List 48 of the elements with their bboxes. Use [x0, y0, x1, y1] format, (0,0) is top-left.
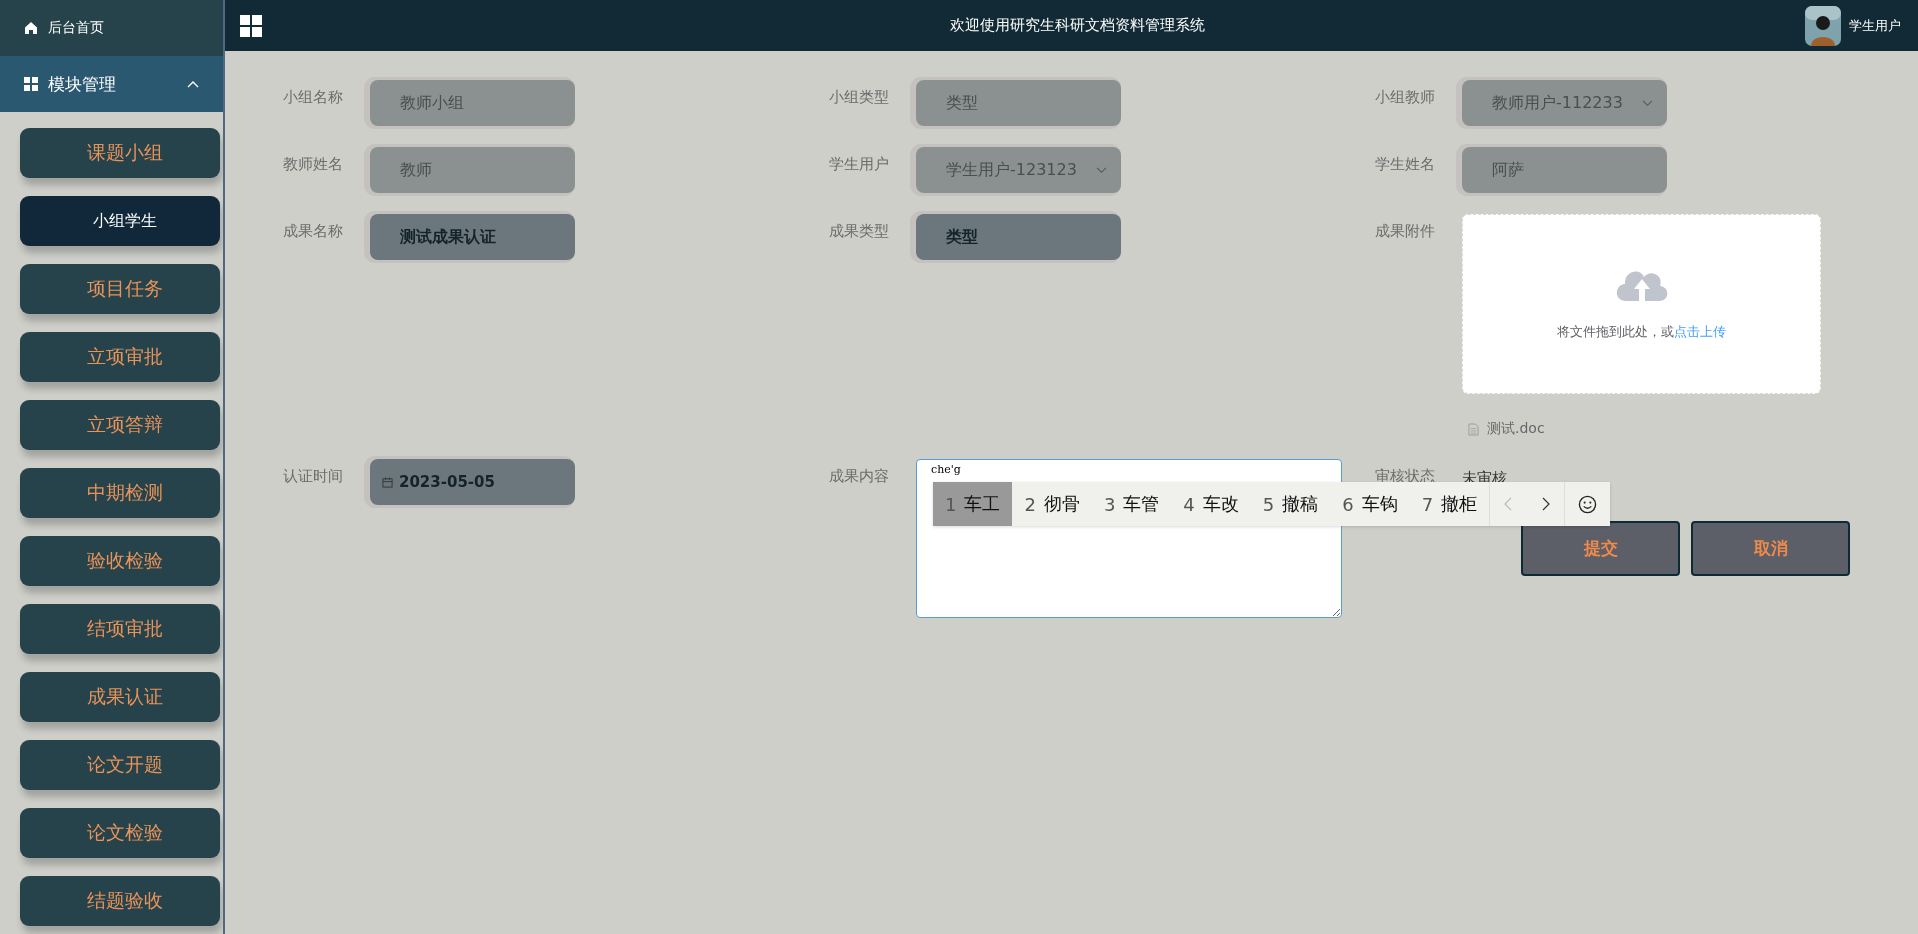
field-label: 小组名称: [283, 87, 344, 107]
ime-candidate[interactable]: 3 车管: [1091, 482, 1172, 526]
grid-icon: [24, 77, 38, 91]
sidebar-menu-button[interactable]: 项目任务: [20, 264, 220, 314]
sidebar-menu-button[interactable]: 立项答辩: [20, 400, 220, 450]
field-label: 小组教师: [1375, 87, 1436, 107]
next-icon[interactable]: [1542, 497, 1551, 511]
ime-candidate[interactable]: 2 彻骨: [1012, 482, 1092, 526]
ime-candidate[interactable]: 1 车工: [933, 482, 1013, 526]
chevron-icon: [187, 80, 199, 88]
sidebar-menu-button[interactable]: 结题验收: [20, 876, 220, 926]
upload-link[interactable]: 点击上传: [1674, 324, 1726, 339]
form-button[interactable]: 取消: [1691, 521, 1850, 576]
grid-icon[interactable]: [240, 14, 262, 37]
sidebar-menu-button[interactable]: 小组学生: [20, 196, 220, 246]
field-label: 成果名称: [283, 221, 344, 241]
sidebar-menu-button[interactable]: 课题小组: [20, 128, 220, 178]
form-button[interactable]: 提交: [1521, 521, 1680, 576]
field-label: 学生姓名: [1375, 154, 1436, 174]
sidebar-menu-button[interactable]: 论文检验: [20, 808, 220, 858]
avatar-icon[interactable]: [1805, 5, 1841, 46]
sidebar-menu-button[interactable]: 中期检测: [20, 468, 220, 518]
field-label: 成果附件: [1375, 221, 1436, 241]
sidebar-menu-button[interactable]: 验收检验: [20, 536, 220, 586]
module-menu-header[interactable]: 模块管理: [0, 56, 223, 112]
ime-candidate[interactable]: 5 撤稿: [1250, 482, 1331, 526]
calendar-icon: [382, 476, 393, 488]
sidebar-menu-button[interactable]: 成果认证: [20, 672, 220, 722]
sidebar-menu-button[interactable]: 结项审批: [20, 604, 220, 654]
field-label: 成果内容: [829, 466, 890, 486]
page-title: 欢迎使用研究生科研文档资料管理系统: [949, 16, 1206, 35]
upload-dropzone[interactable]: 将文件拖到此处，或点击上传: [1462, 214, 1821, 394]
field-label: 小组类型: [829, 87, 890, 107]
home-menu-item[interactable]: 后台首页: [0, 0, 223, 56]
field-label: 认证时间: [283, 466, 344, 486]
field-label: 教师姓名: [283, 154, 344, 174]
document-icon: [1468, 422, 1479, 436]
file-name[interactable]: 测试.doc: [1487, 420, 1545, 438]
upload-hint: 将文件拖到此处，或点击上传: [1557, 323, 1726, 341]
sidebar-menu-button[interactable]: 论文开题: [20, 740, 220, 790]
ime-candidate[interactable]: 4 车改: [1171, 482, 1251, 526]
field-label: 学生用户: [829, 154, 890, 174]
home-icon: [24, 21, 38, 35]
ime-candidate[interactable]: 7 撤柜: [1409, 482, 1490, 526]
smiley-icon[interactable]: [1578, 494, 1598, 514]
sidebar-menu-button[interactable]: 立项审批: [20, 332, 220, 382]
user-name[interactable]: 学生用户: [1849, 16, 1901, 35]
field-label: 成果类型: [829, 221, 890, 241]
